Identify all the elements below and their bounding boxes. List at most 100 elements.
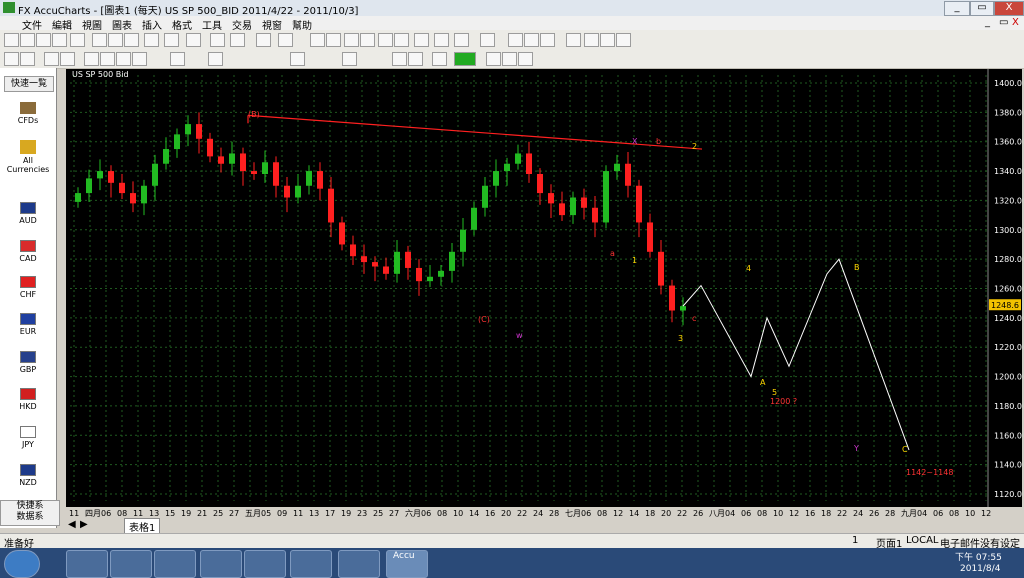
media-player-taskbar-icon[interactable] xyxy=(154,550,196,578)
tab-scroll-left-icon[interactable]: ◀ xyxy=(68,519,76,530)
magnify-icon[interactable] xyxy=(60,52,75,66)
x-tick-label: 13 xyxy=(309,509,319,518)
sidebar-item-label: CHF xyxy=(19,290,37,299)
grid-icon[interactable] xyxy=(508,33,523,47)
new-icon[interactable] xyxy=(4,33,19,47)
x-tick-label: 08 xyxy=(757,509,767,518)
x-tick-label: 15 xyxy=(165,509,175,518)
arrow-up-icon[interactable] xyxy=(392,52,407,66)
window-icon[interactable] xyxy=(278,33,293,47)
clock-time[interactable]: 下午 07:55 xyxy=(955,550,1002,563)
accucharts-taskbar-icon[interactable]: Accu xyxy=(386,550,428,578)
quick-list-header: 快速一覧 xyxy=(4,76,54,92)
crosshair-icon[interactable] xyxy=(20,52,35,66)
horizontal-line-icon[interactable] xyxy=(100,52,115,66)
ellipse-icon[interactable] xyxy=(132,52,147,66)
minimize-button[interactable]: _ xyxy=(944,1,970,16)
text-tool-icon[interactable] xyxy=(290,52,305,66)
target-icon[interactable] xyxy=(342,52,357,66)
open-icon[interactable] xyxy=(20,33,35,47)
start-button[interactable] xyxy=(4,550,40,578)
copy-icon[interactable] xyxy=(108,33,123,47)
mdi-minimize-button[interactable]: _ xyxy=(985,17,990,28)
indicator-icon[interactable] xyxy=(432,52,447,66)
keyboard-taskbar-icon[interactable] xyxy=(338,550,380,578)
bring-front-icon[interactable] xyxy=(502,52,517,66)
scroll-right-icon[interactable] xyxy=(360,33,375,47)
cut-icon[interactable] xyxy=(92,33,107,47)
rectangle-icon[interactable] xyxy=(116,52,131,66)
print-icon[interactable] xyxy=(52,33,67,47)
stack-icon[interactable] xyxy=(486,52,501,66)
shortcut-group-tab[interactable]: 快捷系 xyxy=(1,501,59,512)
sidebar-item-all-currencies[interactable]: All Currencies xyxy=(2,140,54,174)
mdi-restore-button[interactable]: ▭ xyxy=(999,17,1008,28)
candle-body xyxy=(152,163,158,186)
sheet-icon[interactable] xyxy=(540,33,555,47)
image-icon[interactable] xyxy=(186,33,201,47)
pointer-icon[interactable] xyxy=(4,52,19,66)
y-tick-label: 1160.0 xyxy=(994,431,1022,440)
first-bar-icon[interactable] xyxy=(378,33,393,47)
lifebuoy-icon[interactable] xyxy=(480,33,495,47)
sidebar-item-hkd[interactable]: HKD xyxy=(2,388,54,411)
send-back-icon[interactable] xyxy=(518,52,533,66)
explorer-taskbar-icon[interactable] xyxy=(66,550,108,578)
chart-type-icon[interactable] xyxy=(230,33,245,47)
fibonacci-icon[interactable] xyxy=(170,52,185,66)
x-tick-label: 18 xyxy=(821,509,831,518)
clock-date[interactable]: 2011/8/4 xyxy=(960,564,1000,574)
zoom-out-icon[interactable] xyxy=(326,33,341,47)
sidebar-item-gbp[interactable]: GBP xyxy=(2,351,54,374)
candle-body xyxy=(328,188,334,223)
zoom-in-icon[interactable] xyxy=(310,33,325,47)
save-icon[interactable] xyxy=(36,33,51,47)
tab-scroll-right-icon[interactable]: ▶ xyxy=(80,519,88,530)
current-price-label: 1248.6 xyxy=(991,301,1019,310)
wave-label: A xyxy=(760,378,766,387)
menu-bar: 文件 編輯 視圖 圖表 插入 格式 工具 交易 視窗 幫助 _ ▭ X xyxy=(0,16,1024,32)
detach-icon[interactable] xyxy=(616,33,631,47)
table-icon[interactable] xyxy=(524,33,539,47)
undo-icon[interactable] xyxy=(144,33,159,47)
print-preview-icon[interactable] xyxy=(70,33,85,47)
last-bar-icon[interactable] xyxy=(394,33,409,47)
mdi-close-button[interactable]: X xyxy=(1012,17,1019,28)
dock-left-icon[interactable] xyxy=(414,33,429,47)
scroll-left-icon[interactable] xyxy=(344,33,359,47)
chart-properties-icon[interactable] xyxy=(164,33,179,47)
sidebar-item-cfds[interactable]: CFDs xyxy=(2,102,54,125)
monitor-icon[interactable] xyxy=(210,33,225,47)
arc-icon[interactable] xyxy=(208,52,223,66)
sidebar-item-jpy[interactable]: JPY xyxy=(2,426,54,449)
sidebar-footer[interactable]: 快捷系 数据系 xyxy=(0,500,60,526)
color-picker-icon[interactable] xyxy=(454,52,476,66)
candle-body xyxy=(592,207,598,223)
sidebar-item-cad[interactable]: CAD xyxy=(2,240,54,263)
layout-icon[interactable] xyxy=(256,33,271,47)
candle-body xyxy=(339,222,345,245)
clock-icon[interactable] xyxy=(434,33,449,47)
line-tool-icon[interactable] xyxy=(84,52,99,66)
data-group-tab[interactable]: 数据系 xyxy=(1,512,59,523)
paste-icon[interactable] xyxy=(124,33,139,47)
alarm-icon[interactable] xyxy=(454,33,469,47)
sidebar-item-aud[interactable]: AUD xyxy=(2,202,54,225)
shield-taskbar-icon[interactable] xyxy=(290,550,332,578)
sidebar-item-chf[interactable]: CHF xyxy=(2,276,54,299)
sidebar-item-eur[interactable]: EUR xyxy=(2,313,54,336)
sidebar-item-nzd[interactable]: NZD xyxy=(2,464,54,487)
line-chart-icon[interactable] xyxy=(584,33,599,47)
price-chart[interactable]: 1400.0 1380.0 1360.0 1340.0 1320.0 1300.0 1280… xyxy=(66,69,1022,508)
arrow-down-icon[interactable] xyxy=(408,52,423,66)
candlestick-chart-svg[interactable]: 1400.0 1380.0 1360.0 1340.0 1320.0 1300.0 1280… xyxy=(66,69,1022,508)
bar-chart-icon[interactable] xyxy=(566,33,581,47)
x-tick-label: 18 xyxy=(645,509,655,518)
edit-chart-icon[interactable] xyxy=(600,33,615,47)
firefox-taskbar-icon[interactable] xyxy=(200,550,242,578)
close-button[interactable]: X xyxy=(994,1,1024,16)
hand-icon[interactable] xyxy=(44,52,59,66)
messenger-taskbar-icon[interactable] xyxy=(244,550,286,578)
ie-taskbar-icon[interactable] xyxy=(110,550,152,578)
restore-button[interactable]: ▭ xyxy=(970,1,994,16)
